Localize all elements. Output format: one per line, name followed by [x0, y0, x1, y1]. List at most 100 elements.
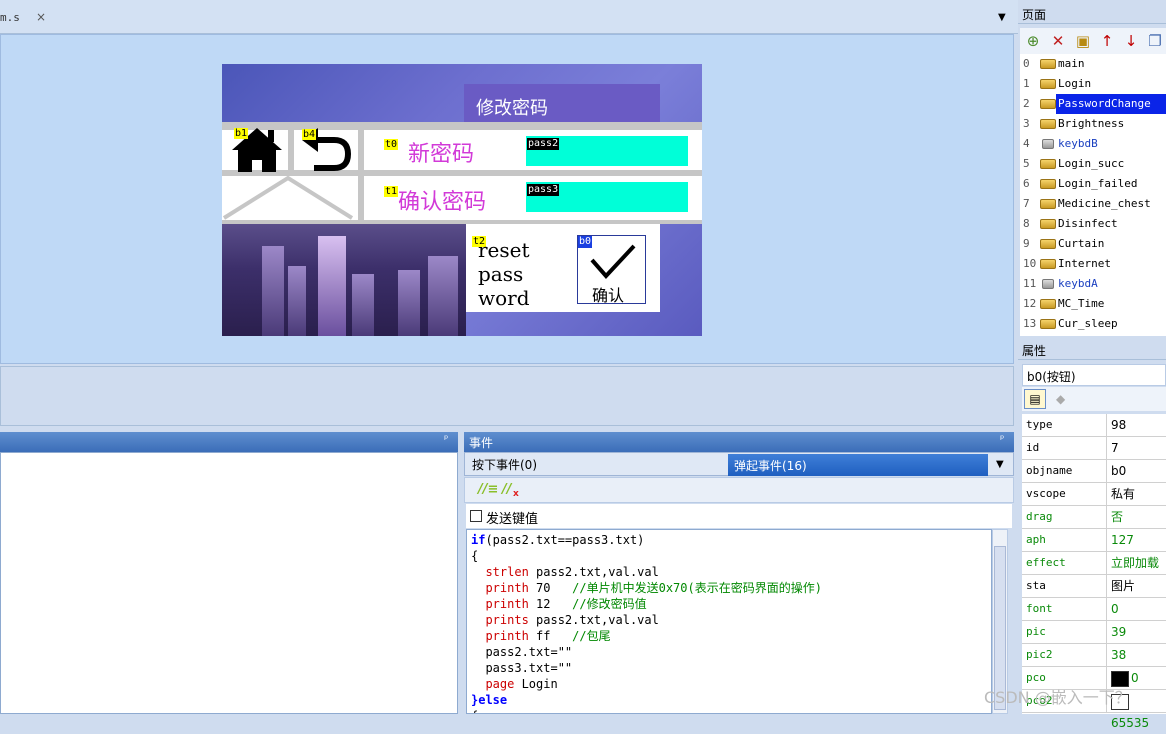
- chevron-down-icon[interactable]: ▼: [996, 459, 1004, 470]
- attribute-key: pco: [1026, 671, 1046, 684]
- page-index: 1: [1023, 77, 1030, 90]
- attribute-row[interactable]: pic2 38: [1022, 644, 1166, 667]
- document-tab-label[interactable]: m.s: [0, 11, 20, 24]
- page-icon: [1040, 119, 1056, 129]
- lock-icon: [1042, 139, 1054, 149]
- attribute-row[interactable]: type 98: [1022, 414, 1166, 437]
- tag-b1: b1: [234, 128, 249, 139]
- import-page-icon[interactable]: ▣: [1074, 32, 1092, 50]
- attribute-row[interactable]: vscope 私有: [1022, 483, 1166, 506]
- tab-release-event[interactable]: 弹起事件(16): [728, 454, 988, 476]
- attribute-row[interactable]: aph 127: [1022, 529, 1166, 552]
- attribute-value[interactable]: 0: [1106, 598, 1119, 620]
- events-icon[interactable]: ◆: [1056, 392, 1065, 406]
- page-index: 4: [1023, 137, 1030, 150]
- page-list-item[interactable]: 3 Brightness: [1020, 114, 1166, 134]
- chevron-down-icon[interactable]: ▼: [998, 12, 1006, 23]
- attribute-key: id: [1026, 441, 1040, 454]
- page-list-item[interactable]: 9 Curtain: [1020, 234, 1166, 254]
- move-down-icon[interactable]: ↓: [1122, 32, 1140, 50]
- attribute-key: font: [1026, 602, 1053, 615]
- attribute-value[interactable]: 127: [1106, 529, 1134, 551]
- page-icon: [1040, 59, 1056, 69]
- send-key-label: 发送键值: [486, 512, 539, 527]
- pin-icon[interactable]: ᵖ: [1000, 434, 1004, 445]
- attribute-row[interactable]: font 0: [1022, 598, 1166, 621]
- comment-icon[interactable]: //≡: [478, 482, 498, 497]
- properties-icon[interactable]: ▤: [1024, 389, 1046, 409]
- page-name: Login_succ: [1058, 157, 1125, 170]
- page-list-item[interactable]: 4 keybdB: [1020, 134, 1166, 154]
- page-icon: [1040, 219, 1056, 229]
- page-list-item[interactable]: 7 Medicine_chest: [1020, 194, 1166, 214]
- page-list-item[interactable]: 5 Login_succ: [1020, 154, 1166, 174]
- page-list-item[interactable]: 2 PasswordChange: [1020, 94, 1166, 114]
- attribute-row[interactable]: pic 39: [1022, 621, 1166, 644]
- event-code-editor[interactable]: if(pass2.txt==pass3.txt) { strlen pass2.t…: [466, 529, 992, 714]
- attribute-row[interactable]: sta 图片: [1022, 575, 1166, 598]
- page-index: 0: [1023, 57, 1030, 70]
- send-key-checkbox[interactable]: [470, 510, 482, 522]
- page-name: Login: [1058, 77, 1092, 90]
- attribute-value[interactable]: 否: [1106, 506, 1123, 528]
- code-line: printh 12 //修改密码值: [471, 597, 647, 611]
- attribute-value[interactable]: 38: [1106, 644, 1126, 666]
- page-list-item[interactable]: 13 Cur_sleep: [1020, 314, 1166, 334]
- attribute-row[interactable]: id 7: [1022, 437, 1166, 460]
- page-index: 2: [1023, 97, 1030, 110]
- tag-b4: b4: [302, 129, 317, 140]
- attribute-value[interactable]: 39: [1106, 621, 1126, 643]
- attribute-value[interactable]: 图片: [1106, 575, 1135, 597]
- attribute-key: effect: [1026, 556, 1066, 569]
- page-name: MC_Time: [1058, 297, 1105, 310]
- attribute-row[interactable]: drag 否: [1022, 506, 1166, 529]
- attribute-value[interactable]: b0: [1106, 460, 1126, 482]
- page-name: Cur_sleep: [1058, 317, 1118, 330]
- new-password-label: 新密码: [408, 142, 475, 167]
- page-list-item[interactable]: 12 MC_Time: [1020, 294, 1166, 314]
- delete-page-icon[interactable]: ✕: [1049, 32, 1067, 50]
- page-icon: [1040, 179, 1056, 189]
- attribute-value[interactable]: 立即加载: [1106, 552, 1159, 574]
- code-line: pass3.txt="": [471, 661, 573, 675]
- attribute-value[interactable]: 私有: [1106, 483, 1135, 505]
- uncomment-icon[interactable]: //: [502, 482, 512, 497]
- add-page-icon[interactable]: ⊕: [1024, 32, 1042, 50]
- page-index: 3: [1023, 117, 1030, 130]
- page-list-item[interactable]: 1 Login: [1020, 74, 1166, 94]
- confirm-password-label: 确认密码: [398, 190, 487, 215]
- code-line: page Login: [471, 677, 558, 691]
- tab-close-icon[interactable]: ×: [36, 10, 46, 24]
- tag-t0: t0: [384, 139, 399, 150]
- page-index: 11: [1023, 277, 1037, 290]
- attribute-value[interactable]: 7: [1106, 437, 1119, 459]
- selected-object-dropdown[interactable]: b0(按钮): [1022, 364, 1166, 386]
- page-list-item[interactable]: 11 keybdA: [1020, 274, 1166, 294]
- page-list: 0 main 1 Login 2 PasswordChange 3 Brightness 4 ke…: [1020, 54, 1166, 336]
- page-icon: [1040, 99, 1056, 109]
- attribute-row[interactable]: effect 立即加载: [1022, 552, 1166, 575]
- page-list-item[interactable]: 10 Internet: [1020, 254, 1166, 274]
- copy-page-icon[interactable]: ❐: [1146, 32, 1164, 50]
- event-panel-header: 事件: [464, 432, 1014, 452]
- event-toolbar: [464, 477, 1014, 503]
- page-list-item[interactable]: 0 main: [1020, 54, 1166, 74]
- tab-press-event[interactable]: 按下事件(0): [472, 456, 537, 473]
- attribute-key: type: [1026, 418, 1053, 431]
- tag-b0: b0: [578, 236, 593, 248]
- page-name: Medicine_chest: [1058, 197, 1151, 210]
- pin-icon[interactable]: ᵖ: [444, 434, 448, 445]
- left-panel: [0, 452, 458, 714]
- page-list-item[interactable]: 6 Login_failed: [1020, 174, 1166, 194]
- attribute-key: objname: [1026, 464, 1073, 477]
- attribute-key: sta: [1026, 579, 1046, 592]
- page-name: Login_failed: [1058, 177, 1138, 190]
- page-name: Curtain: [1058, 237, 1105, 250]
- move-up-icon[interactable]: ↑: [1098, 32, 1116, 50]
- page-index: 7: [1023, 197, 1030, 210]
- attribute-key: drag: [1026, 510, 1053, 523]
- attribute-value[interactable]: 98: [1106, 414, 1126, 436]
- page-list-item[interactable]: 8 Disinfect: [1020, 214, 1166, 234]
- reset-password-text[interactable]: reset pass word: [478, 238, 548, 310]
- attribute-row[interactable]: objname b0: [1022, 460, 1166, 483]
